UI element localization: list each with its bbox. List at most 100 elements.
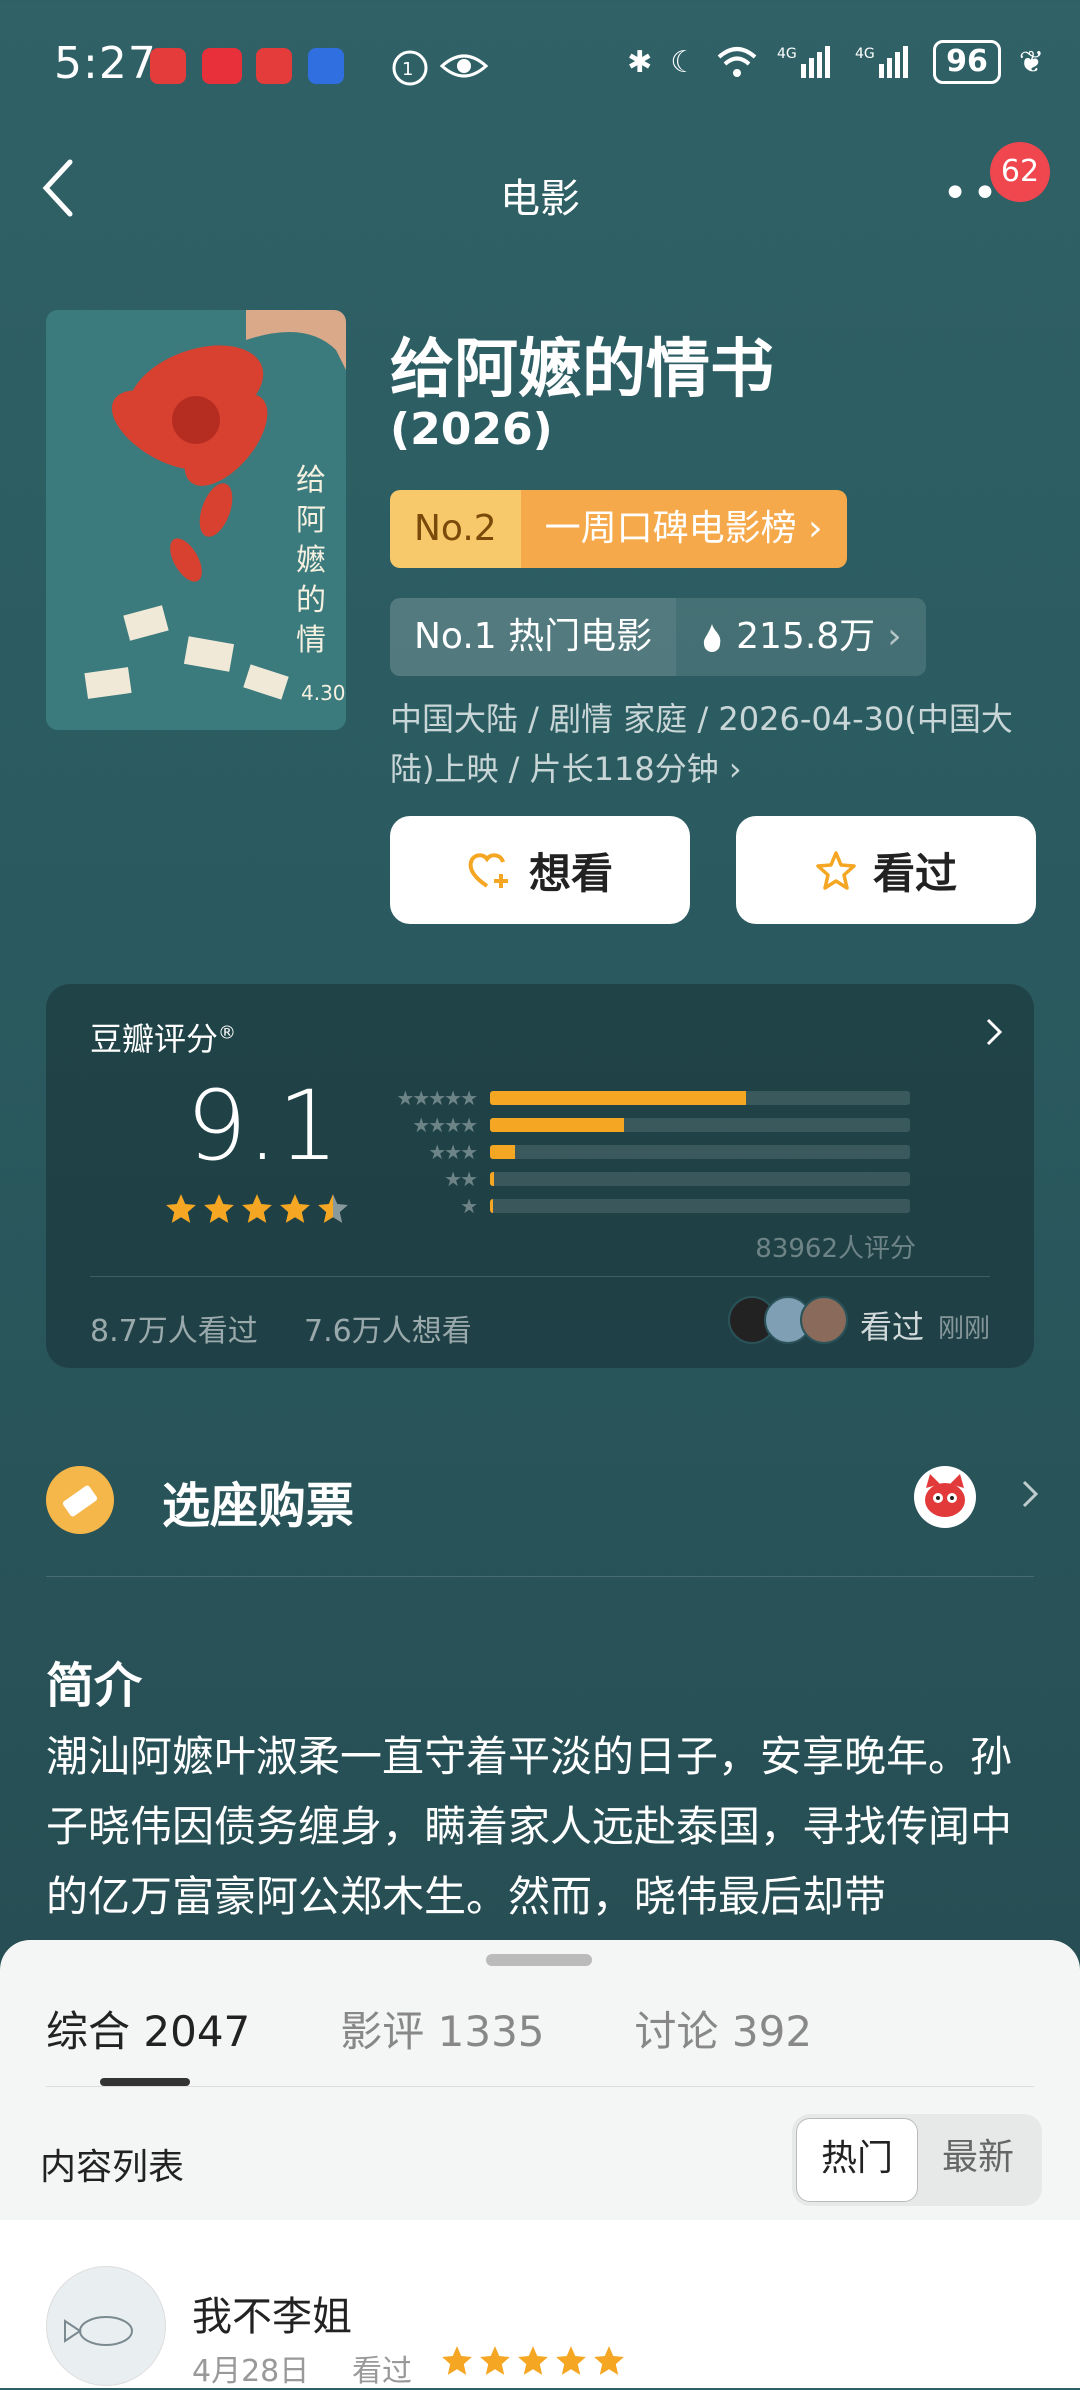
ticket-icon <box>46 1466 114 1534</box>
leaf-icon: ❦ <box>1018 44 1044 80</box>
hot-rank: No.1 热门电影 <box>390 598 677 676</box>
rank-list-name: 一周口碑电影榜 <box>544 508 797 549</box>
rating-stars <box>164 1192 350 1226</box>
tab-discussion[interactable]: 讨论 392 <box>635 1998 813 2059</box>
svg-text:的: 的 <box>296 583 326 618</box>
page-title: 电影 <box>500 176 580 222</box>
bar-track <box>490 1144 910 1159</box>
svg-text:给: 给 <box>296 463 326 498</box>
svg-text:4G: 4G <box>777 46 797 62</box>
friends-time: 刚刚 <box>938 1314 991 1344</box>
bar-star-label: ★★★★ <box>412 1112 478 1137</box>
movie-title: 给阿嬷的情书 <box>390 333 774 407</box>
huawei-app-icon <box>150 48 186 84</box>
svg-text:4G: 4G <box>855 46 875 62</box>
want-button[interactable]: 想看 <box>390 816 690 924</box>
hot-count: 215.8万 <box>736 616 876 657</box>
bar-fill <box>490 1144 516 1159</box>
shield-app-icon <box>308 48 344 84</box>
tab-label: 影评 <box>340 2007 425 2056</box>
svg-text:情: 情 <box>296 623 326 658</box>
tab-indicator <box>100 2078 190 2086</box>
content-sheet[interactable]: 综合 2047 影评 1335 讨论 392 内容列表 热门 最新 我不李姐 4… <box>0 1940 1080 2389</box>
user-name[interactable]: 我不李姐 <box>192 2284 352 2342</box>
star-icon <box>280 1194 310 1223</box>
bluetooth-icon: ✱ <box>627 44 653 80</box>
want-label: 想看 <box>528 848 613 898</box>
friends-status: 看过 <box>860 1308 925 1346</box>
bar-star-label: ★ <box>460 1193 478 1218</box>
divider <box>90 1276 990 1277</box>
hot-rank-badge[interactable]: No.1 热门电影 215.8万 › <box>390 598 926 676</box>
avatar[interactable] <box>46 2266 166 2386</box>
signal-icon: 4G <box>777 46 831 78</box>
heart-plus-icon <box>468 853 508 888</box>
svg-text:4.30: 4.30 <box>301 681 346 705</box>
watch-status: 看过 <box>352 2354 412 2389</box>
user-rating-stars <box>440 2344 626 2378</box>
content-tabs: 综合 2047 影评 1335 讨论 392 <box>46 1998 812 2059</box>
svg-text:嬷: 嬷 <box>296 543 326 578</box>
chevron-right-icon <box>1020 1478 1040 1510</box>
bar-star-label: ★★★★★ <box>396 1085 478 1110</box>
movie-poster[interactable]: 4.30 给阿嬷的情 <box>46 310 346 730</box>
rating-score: 9.1 <box>186 1070 339 1182</box>
friend-avatars[interactable] <box>728 1296 848 1344</box>
bar-star-label: ★★ <box>444 1166 478 1191</box>
tab-count: 1335 <box>437 2007 545 2056</box>
star-icon <box>480 2346 510 2375</box>
eye-icon <box>440 50 488 82</box>
moon-icon: ☾ <box>670 44 698 80</box>
maoyan-cat-icon <box>914 1466 976 1528</box>
star-icon <box>518 2346 548 2375</box>
chevron-right-icon: › <box>808 508 823 549</box>
movie-meta[interactable]: 中国大陆 / 剧情 家庭 / 2026-04-30(中国大陆)上映 / 片长11… <box>390 694 1040 794</box>
sort-hot-button[interactable]: 热门 <box>795 2118 918 2202</box>
want-count: 7.6万人想看 <box>304 1314 472 1349</box>
bar-fill <box>490 1171 495 1186</box>
tab-count: 392 <box>731 2007 813 2056</box>
sort-toggle: 热门 最新 <box>791 2114 1042 2206</box>
rating-label-text: 豆瓣评分 <box>90 1020 219 1058</box>
tab-reviews[interactable]: 影评 1335 <box>340 1998 544 2059</box>
tab-label: 讨论 <box>634 2007 719 2056</box>
rating-card[interactable]: 豆瓣评分® 9.1 ★★★★★ ★★★★ ★★★ ★★ ★ 83962人评分 8… <box>46 984 1034 1368</box>
battery-indicator: 96 <box>933 40 1001 84</box>
rating-bar-1: ★ <box>376 1192 910 1219</box>
list-item[interactable]: 我不李姐 4月28日 看过 <box>0 2220 1080 2389</box>
status-right: ✱ ☾ 4G 4G 96 ❦ <box>627 40 1044 84</box>
chevron-right-icon: › <box>887 616 902 657</box>
content-list-label: 内容列表 <box>40 2147 185 2188</box>
star-icon <box>594 2346 624 2375</box>
seen-button[interactable]: 看过 <box>736 816 1036 924</box>
battery-saver-icon: 1 <box>390 48 430 88</box>
status-time: 5:27 <box>54 38 157 89</box>
movie-meta-text: 中国大陆 / 剧情 家庭 / 2026-04-30(中国大陆)上映 / 片长11… <box>390 700 1013 788</box>
svg-text:阿: 阿 <box>296 503 326 538</box>
star-icon <box>556 2346 586 2375</box>
rating-count: 83962人评分 <box>755 1234 916 1264</box>
rating-label: 豆瓣评分® <box>90 1020 237 1058</box>
buy-ticket-link[interactable]: 选座购票 <box>162 1466 354 1536</box>
bar-fill <box>490 1117 625 1132</box>
weekly-rank-badge[interactable]: No.2 一周口碑电影榜 › <box>390 490 847 568</box>
star-icon <box>442 2346 472 2375</box>
post-date: 4月28日 <box>192 2354 310 2389</box>
rating-bar-2: ★★ <box>376 1165 910 1192</box>
drag-handle[interactable] <box>486 1954 592 1966</box>
bar-fill <box>490 1090 747 1105</box>
rating-distribution: ★★★★★ ★★★★ ★★★ ★★ ★ <box>376 1084 910 1219</box>
signal-icon-2: 4G <box>855 46 909 78</box>
divider <box>46 1576 1034 1577</box>
tab-overall[interactable]: 综合 2047 <box>46 1998 250 2059</box>
xiaohongshu-app-icon <box>202 48 242 84</box>
bar-track <box>490 1117 910 1132</box>
movie-year: (2026) <box>390 404 553 455</box>
bar-track <box>490 1090 910 1105</box>
flame-icon <box>703 624 721 652</box>
seen-count: 8.7万人看过 <box>90 1314 258 1349</box>
notification-badge[interactable]: 62 <box>990 142 1050 202</box>
sort-new-button[interactable]: 最新 <box>918 2118 1038 2202</box>
avatar <box>800 1296 848 1344</box>
rating-bar-5: ★★★★★ <box>376 1084 910 1111</box>
